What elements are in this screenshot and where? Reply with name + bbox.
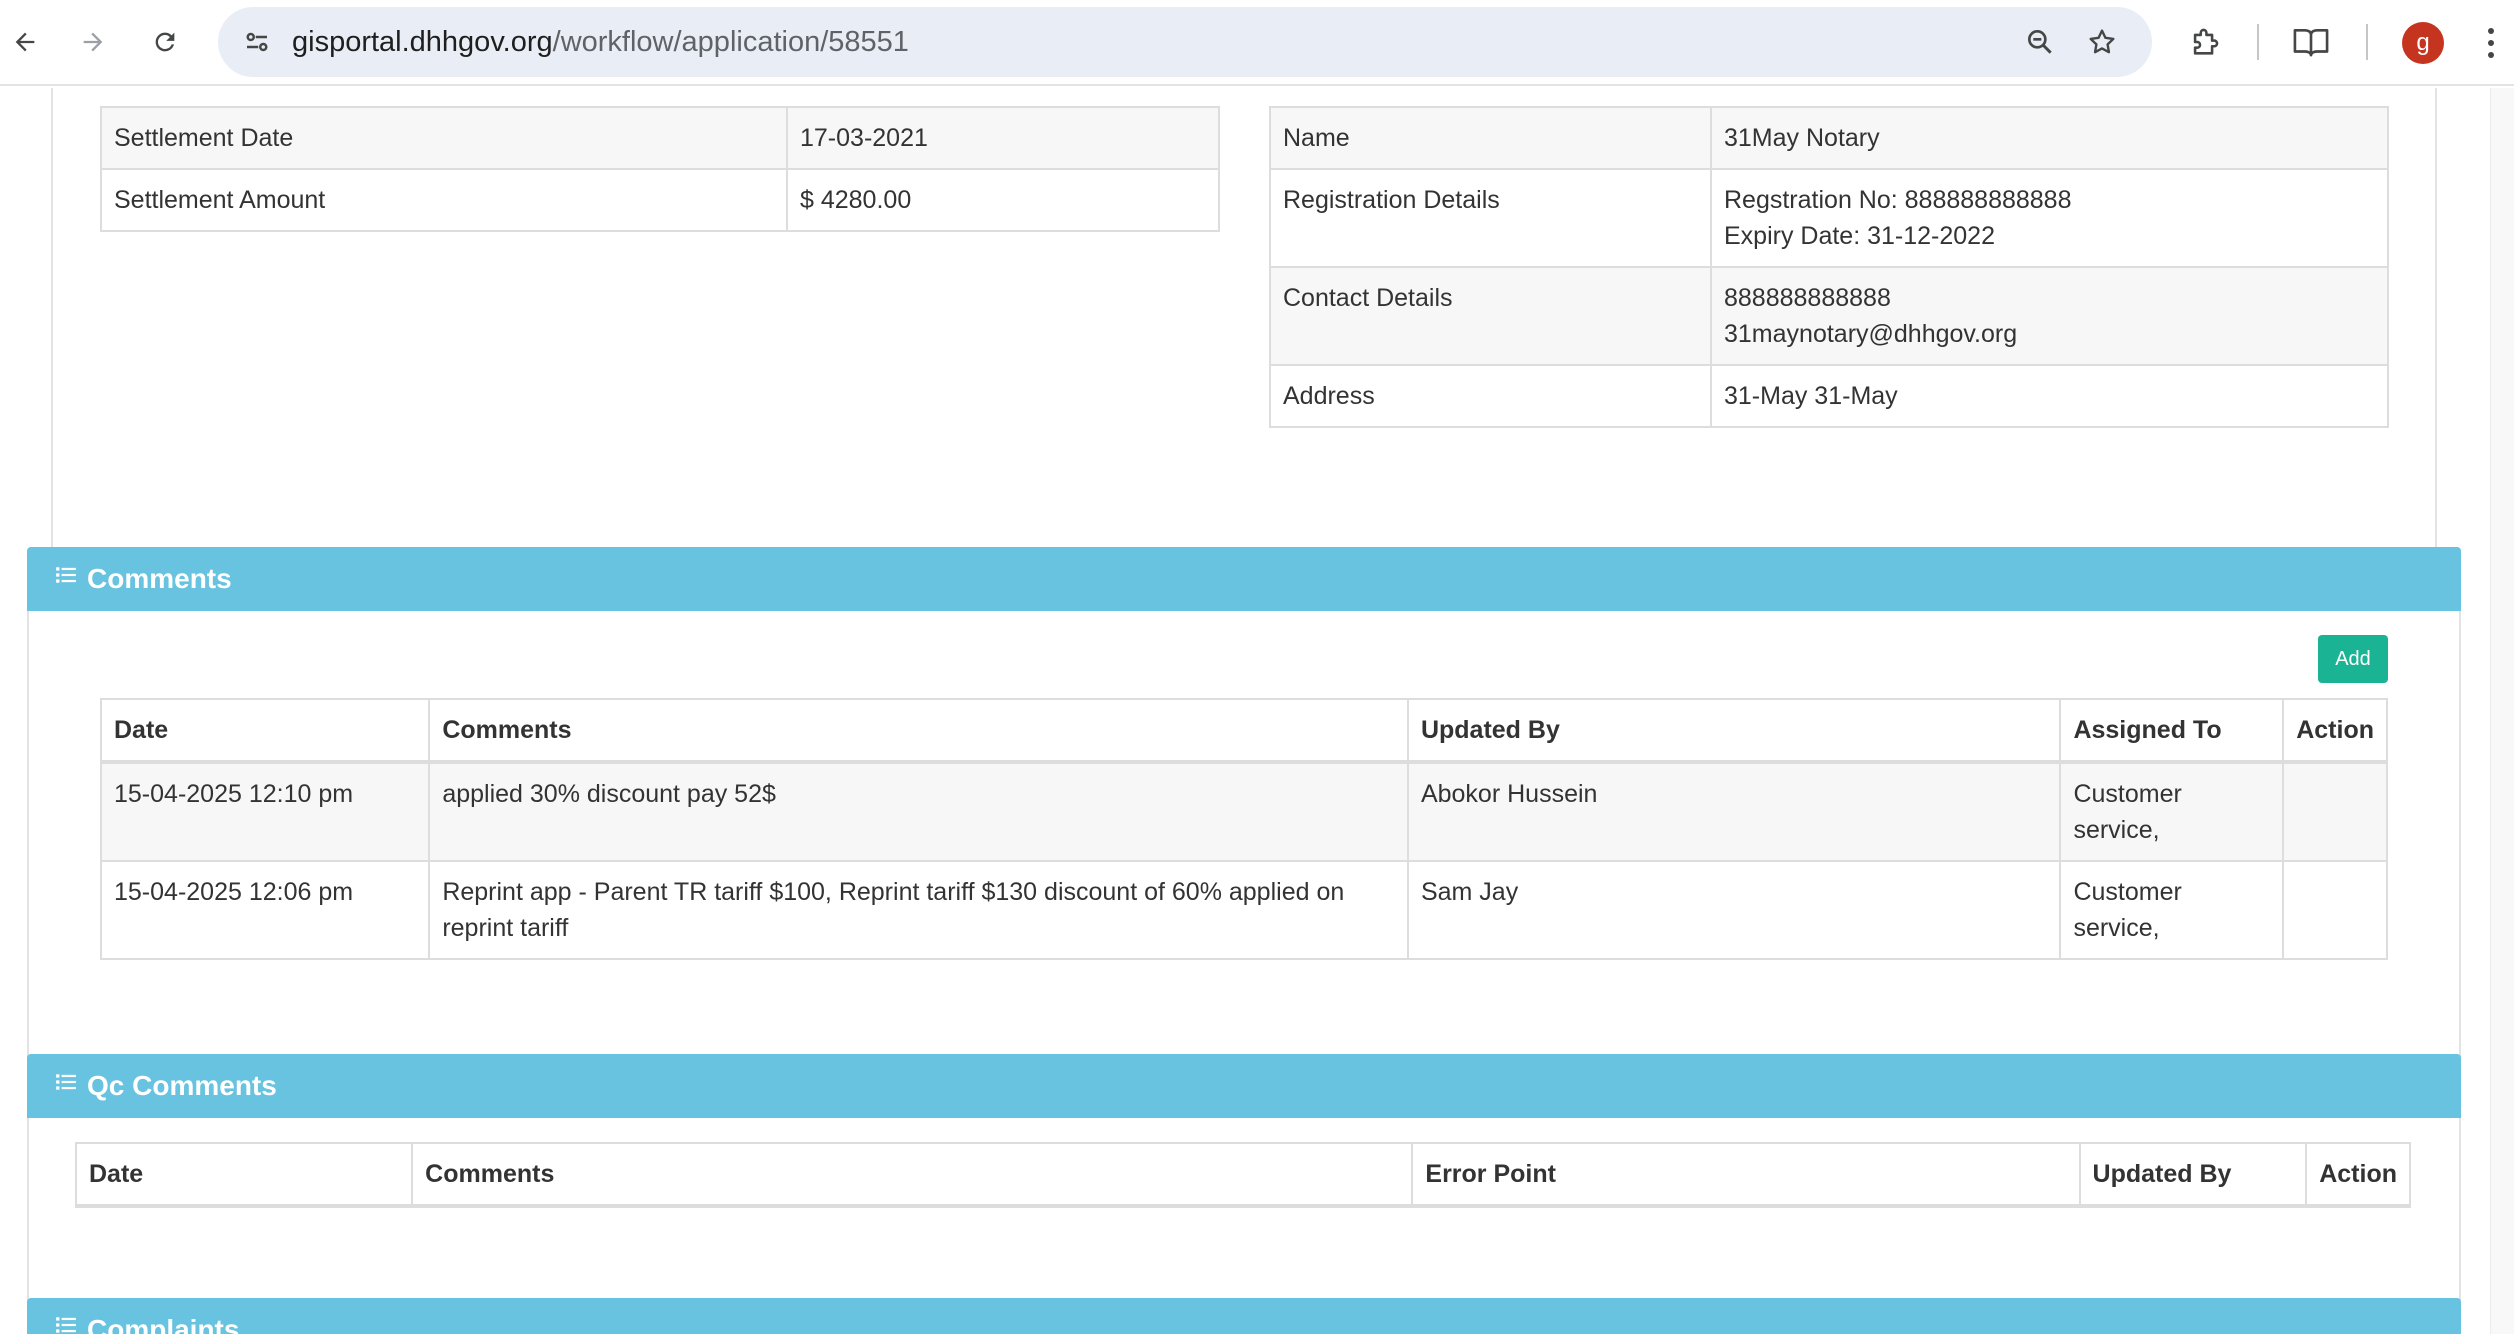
- column-header-date: Date: [74, 1142, 414, 1208]
- list-icon: [56, 567, 76, 583]
- contact-value: 888888888888 31maynotary@dhhgov.org: [1710, 266, 2389, 366]
- reload-icon: [155, 32, 175, 52]
- extensions-button[interactable]: [2182, 19, 2228, 65]
- qc-comments-table: Date Comments Error Point Updated By Act…: [74, 1142, 2411, 1208]
- table-row: Settlement Amount $ 4280.00: [100, 168, 1220, 232]
- comment-date: 15-04-2025 12:06 pm: [99, 860, 431, 960]
- comment-text: applied 30% discount pay 52$: [428, 761, 1409, 862]
- back-arrow-icon: [15, 32, 35, 52]
- comment-updated-by: Abokor Hussein: [1406, 761, 2062, 862]
- table-row: Settlement Date 17-03-2021: [100, 106, 1220, 170]
- column-header-assigned-to: Assigned To: [2059, 698, 2285, 764]
- table-header-row: Date Comments Error Point Updated By Act…: [74, 1142, 2411, 1208]
- browser-menu-icon[interactable]: [2478, 22, 2504, 64]
- contact-phone: 888888888888: [1724, 284, 1891, 312]
- comments-title: Comments: [87, 563, 232, 594]
- zoom-icon[interactable]: [2018, 20, 2062, 64]
- registration-label: Registration Details: [1269, 168, 1712, 268]
- reading-mode-button[interactable]: [2288, 19, 2334, 65]
- notary-name-value: 31May Notary: [1710, 106, 2389, 170]
- table-header-row: Date Comments Updated By Assigned To Act…: [99, 698, 2388, 764]
- column-header-comments: Comments: [428, 698, 1409, 764]
- notary-table: Name 31May Notary Registration Details R…: [1269, 106, 2389, 428]
- page-content: Settlement Date 17-03-2021 Settlement Am…: [0, 88, 2514, 1334]
- comments-table: Date Comments Updated By Assigned To Act…: [99, 698, 2388, 960]
- contact-email: 31maynotary@dhhgov.org: [1724, 320, 2018, 348]
- complaints-title: Complaints: [87, 1314, 240, 1334]
- settlement-date-value: 17-03-2021: [786, 106, 1220, 170]
- comment-action: [2282, 860, 2388, 960]
- profile-avatar[interactable]: g: [2402, 22, 2444, 64]
- qc-comments-title: Qc Comments: [87, 1070, 277, 1101]
- list-icon: [56, 1074, 76, 1090]
- back-button[interactable]: [0, 17, 50, 67]
- url-path: /workflow/application/58551: [552, 26, 909, 58]
- qc-comments-header: Qc Comments: [27, 1054, 2461, 1118]
- column-header-updated-by: Updated By: [1406, 698, 2062, 764]
- site-info-icon[interactable]: [236, 21, 278, 63]
- url-text[interactable]: gisportal.dhhgov.org/workflow/applicatio…: [292, 7, 909, 77]
- add-comment-button[interactable]: Add: [2318, 635, 2388, 683]
- table-row: Contact Details 888888888888 31maynotary…: [1269, 266, 2389, 366]
- reload-button[interactable]: [140, 17, 190, 67]
- comment-assigned-to: Customer service,: [2059, 761, 2285, 862]
- browser-toolbar: gisportal.dhhgov.org/workflow/applicatio…: [0, 0, 2514, 86]
- comment-text: Reprint app - Parent TR tariff $100, Rep…: [428, 860, 1409, 960]
- toolbar-divider: [2366, 24, 2368, 60]
- table-row: Registration Details Regstration No: 888…: [1269, 168, 2389, 268]
- table-row: 15-04-2025 12:06 pm Reprint app - Parent…: [99, 860, 2388, 960]
- url-host: gisportal.dhhgov.org: [292, 26, 553, 58]
- comment-date: 15-04-2025 12:10 pm: [99, 761, 431, 862]
- toolbar-divider: [2257, 24, 2259, 60]
- notary-name-label: Name: [1269, 106, 1712, 170]
- comment-updated-by: Sam Jay: [1406, 860, 2062, 960]
- column-header-date: Date: [99, 698, 431, 764]
- address-bar[interactable]: gisportal.dhhgov.org/workflow/applicatio…: [218, 7, 2152, 77]
- table-row: Address 31-May 31-May: [1269, 364, 2389, 428]
- complaints-header: Complaints: [27, 1298, 2461, 1334]
- column-header-updated-by: Updated By: [2078, 1142, 2308, 1208]
- column-header-comments: Comments: [411, 1142, 1414, 1208]
- column-header-error-point: Error Point: [1411, 1142, 2081, 1208]
- comment-action: [2282, 761, 2388, 862]
- table-row: 15-04-2025 12:10 pm applied 30% discount…: [99, 761, 2388, 862]
- forward-arrow-icon: [83, 32, 103, 52]
- contact-label: Contact Details: [1269, 266, 1712, 366]
- registration-expiry: Expiry Date: 31-12-2022: [1724, 222, 1995, 250]
- book-icon: [2293, 28, 2329, 57]
- bookmark-star-icon[interactable]: [2080, 20, 2124, 64]
- list-icon: [56, 1317, 76, 1333]
- comments-header: Comments: [27, 547, 2461, 611]
- column-header-action: Action: [2305, 1142, 2411, 1208]
- registration-value: Regstration No: 888888888888 Expiry Date…: [1710, 168, 2389, 268]
- comment-assigned-to: Customer service,: [2059, 860, 2285, 960]
- settlement-amount-label: Settlement Amount: [100, 168, 788, 232]
- settlement-date-label: Settlement Date: [100, 106, 788, 170]
- column-header-action: Action: [2282, 698, 2388, 764]
- forward-button[interactable]: [68, 17, 118, 67]
- page-scrollbar[interactable]: [2490, 88, 2514, 1334]
- table-row: Name 31May Notary: [1269, 106, 2389, 170]
- address-value: 31-May 31-May: [1710, 364, 2389, 428]
- registration-number: Regstration No: 888888888888: [1724, 186, 2072, 214]
- settlement-table: Settlement Date 17-03-2021 Settlement Am…: [100, 106, 1220, 232]
- puzzle-icon: [2193, 28, 2219, 55]
- settlement-amount-value: $ 4280.00: [786, 168, 1220, 232]
- address-label: Address: [1269, 364, 1712, 428]
